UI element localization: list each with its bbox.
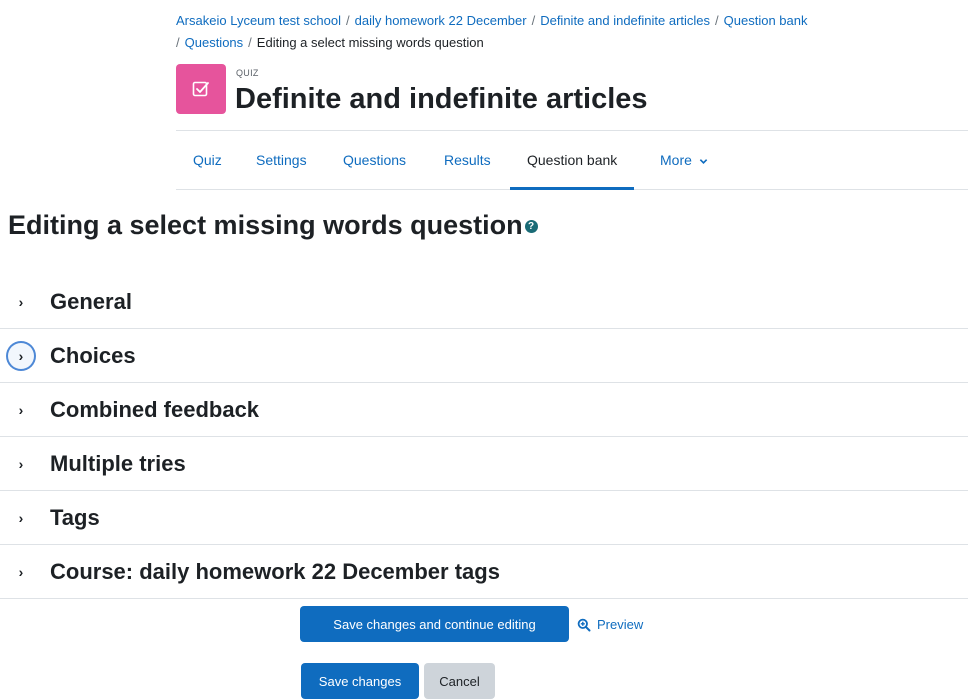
tab-settings[interactable]: Settings (256, 131, 307, 189)
section-label: Course: daily homework 22 December tags (50, 559, 500, 584)
breadcrumb-separator: / (176, 35, 180, 50)
chevron-right-icon[interactable]: › (8, 505, 34, 531)
quiz-checkbox-icon (176, 64, 226, 114)
tab-results[interactable]: Results (444, 131, 491, 189)
question-circle-icon[interactable]: ? (524, 220, 538, 234)
page-title: Definite and indefinite articles (235, 83, 648, 115)
chevron-down-icon (699, 158, 708, 164)
chevron-right-icon[interactable]: › (8, 289, 34, 315)
section-general[interactable]: › General (0, 275, 968, 329)
save-button[interactable]: Save changes (301, 663, 419, 699)
breadcrumb-current: Editing a select missing words question (256, 35, 484, 50)
tab-more[interactable]: More (660, 131, 708, 189)
chevron-right-icon[interactable]: › (8, 397, 34, 423)
cancel-button[interactable]: Cancel (424, 663, 495, 699)
chevron-right-icon[interactable]: › (8, 451, 34, 477)
section-label: Multiple tries (50, 451, 186, 476)
section-course-tags[interactable]: › Course: daily homework 22 December tag… (0, 545, 968, 599)
breadcrumb-course[interactable]: Arsakeio Lyceum test school (176, 13, 341, 28)
activity-type-label: QUIZ (236, 68, 259, 78)
tab-quiz[interactable]: Quiz (193, 131, 222, 189)
breadcrumb-separator: / (248, 35, 252, 50)
tab-more-label: More (660, 152, 692, 168)
tab-questions[interactable]: Questions (343, 131, 406, 189)
secondary-navigation: Quiz Settings Questions Results Question… (176, 130, 968, 190)
section-tags[interactable]: › Tags (0, 491, 968, 545)
preview-link[interactable]: Preview (577, 617, 643, 632)
section-label: Combined feedback (50, 397, 260, 422)
breadcrumb-separator: / (531, 13, 536, 28)
preview-label: Preview (597, 617, 644, 632)
breadcrumb-separator: / (345, 13, 350, 28)
breadcrumb-question-bank[interactable]: Question bank (724, 13, 808, 28)
form-sections: › General › Choices › Combined feedback … (0, 275, 968, 599)
section-combined-feedback[interactable]: › Combined feedback (0, 383, 968, 437)
breadcrumb-questions[interactable]: Questions (185, 35, 244, 50)
section-multiple-tries[interactable]: › Multiple tries (0, 437, 968, 491)
section-heading-text: Editing a select missing words question (8, 210, 523, 240)
tab-question-bank[interactable]: Question bank (509, 131, 635, 190)
breadcrumb-section[interactable]: daily homework 22 December (355, 13, 527, 28)
breadcrumb-quiz[interactable]: Definite and indefinite articles (540, 13, 710, 28)
section-label: General (50, 289, 132, 314)
breadcrumb: Arsakeio Lyceum test school / daily homewo… (176, 10, 956, 54)
section-heading: Editing a select missing words question? (8, 205, 538, 245)
chevron-right-icon[interactable]: › (8, 343, 34, 369)
breadcrumb-separator: / (715, 13, 719, 28)
section-label: Choices (50, 343, 136, 368)
save-and-continue-button[interactable]: Save changes and continue editing (300, 606, 569, 642)
section-label: Tags (50, 505, 100, 530)
chevron-right-icon[interactable]: › (8, 559, 34, 585)
section-choices[interactable]: › Choices (0, 329, 968, 383)
magnifier-plus-icon (577, 618, 591, 631)
